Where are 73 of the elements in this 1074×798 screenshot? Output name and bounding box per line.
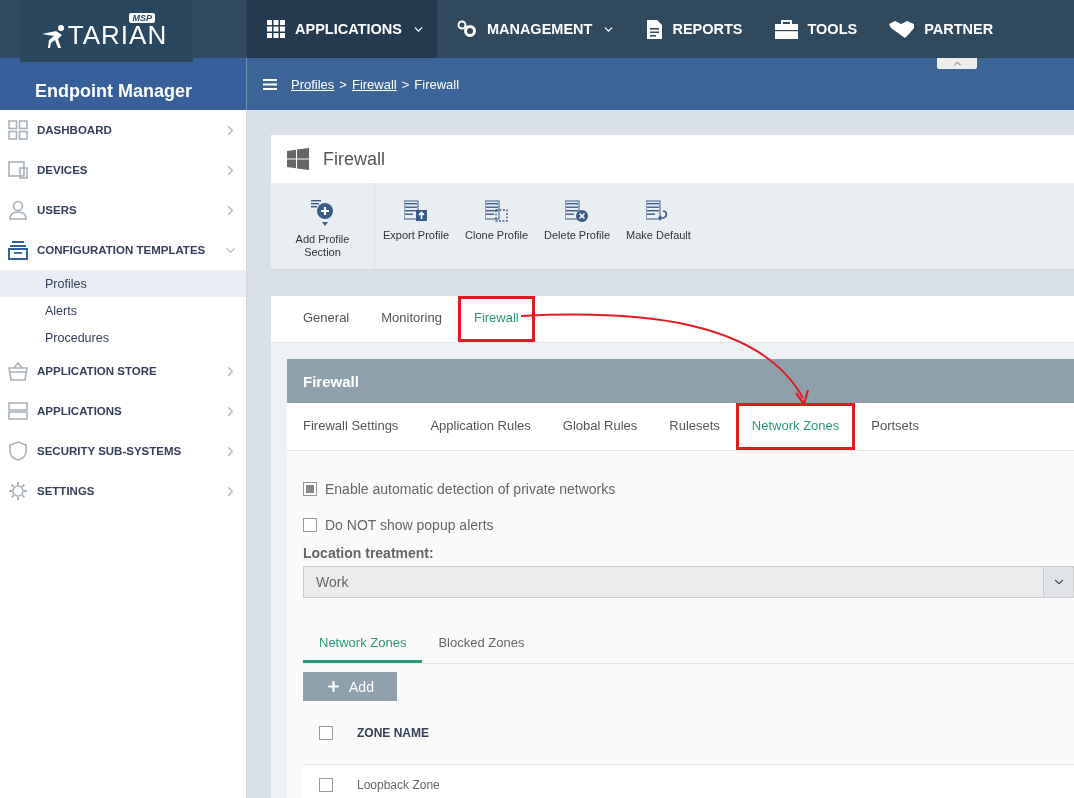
breadcrumb-separator: > [339,76,347,92]
nav-menu-item[interactable]: TOOLS [754,0,870,58]
clone-icon [484,199,509,223]
profile-tab[interactable]: Firewall [457,296,535,342]
user-icon [8,200,28,220]
dashboard-icon [8,120,28,140]
briefcase-icon [774,19,798,39]
sidebar-subitem[interactable]: Procedures [0,324,246,351]
sidebar-subitem[interactable]: Alerts [0,297,246,324]
breadcrumb-link[interactable]: Profiles [291,76,335,92]
sidebar-subitem[interactable]: Profiles [0,270,246,297]
windows-icon [287,148,309,170]
gears-icon [456,20,477,38]
sidebar-item[interactable]: SECURITY SUB-SYSTEMS [0,431,246,471]
location-select[interactable]: Work [303,566,1074,598]
section-tab[interactable]: Global Rules [546,403,654,450]
add-section-icon [310,199,335,227]
sidebar-item[interactable]: APPLICATION STORE [0,351,246,391]
product-title: Endpoint Manager [35,81,192,102]
option-label: Do NOT show popup alerts [325,517,494,533]
select-all-checkbox[interactable] [319,725,333,740]
plus-icon [326,679,342,694]
settings-icon [8,481,28,501]
zone-tab[interactable]: Blocked Zones [422,624,541,663]
nav-menu-item[interactable]: APPLICATIONS [247,0,437,58]
export-icon [404,199,428,223]
row-checkbox[interactable] [319,778,333,792]
zone-tab[interactable]: Network Zones [303,624,423,663]
nav-menu-item[interactable]: REPORTS [627,0,755,58]
option-label: Enable automatic detection of private networks [325,481,616,497]
grid-icon [267,20,285,38]
shield-icon [8,441,28,461]
sidebar-item[interactable]: USERS [0,190,246,230]
sidebar-item[interactable]: DASHBOARD [0,110,246,150]
delete-icon [565,199,590,223]
column-header: ZONE NAME [357,725,429,740]
sidebar-item[interactable]: DEVICES [0,150,246,190]
sidebar-item[interactable]: APPLICATIONS [0,391,246,431]
sidebar-item[interactable]: SETTINGS [0,471,246,511]
logo-badge: MSP [129,13,155,23]
collapse-handle[interactable] [937,58,977,69]
section-tab[interactable]: Application Rules [414,403,547,450]
menu-icon[interactable] [263,78,277,90]
document-icon [647,19,663,39]
nav-menu-item[interactable]: PARTNER [869,0,1006,58]
field-label: Location treatment: [303,545,435,561]
toolbar-button[interactable]: Add Profile Section [271,183,375,269]
breadcrumb-current: Firewall [414,76,460,92]
toolbar-button[interactable]: Export Profile [375,183,458,269]
checkbox[interactable] [303,482,317,496]
toolbar-button[interactable]: Clone Profile [457,183,536,269]
toolbar-button[interactable]: Delete Profile [536,183,619,269]
server-icon [8,401,28,421]
section-tab[interactable]: Portsets [855,403,935,450]
section-tab[interactable]: Rulesets [653,403,736,450]
basket-icon [8,361,28,381]
breadcrumb-separator: > [401,76,410,92]
devices-icon [8,160,28,180]
profile-tab[interactable]: Monitoring [365,296,458,342]
checkbox-option[interactable]: Enable automatic detection of private networks [303,471,1074,507]
profile-title: Firewall [323,148,385,170]
checkbox[interactable] [303,518,317,532]
section-tab[interactable]: Firewall Settings [287,403,415,450]
table-cell: Loopback Zone [357,778,440,792]
checkbox-option[interactable]: Do NOT show popup alerts [303,507,1074,543]
nav-menu-item[interactable]: MANAGEMENT [436,0,628,58]
toolbar-button[interactable]: Make Default [618,183,699,269]
profile-tab[interactable]: General [287,296,366,342]
section-title: Firewall [287,359,1074,403]
sidebar-item[interactable]: CONFIGURATION TEMPLATES [0,230,246,270]
breadcrumb-link[interactable]: Firewall [351,76,397,92]
section-tab[interactable]: Network Zones [735,403,856,450]
stack-icon [8,240,28,260]
